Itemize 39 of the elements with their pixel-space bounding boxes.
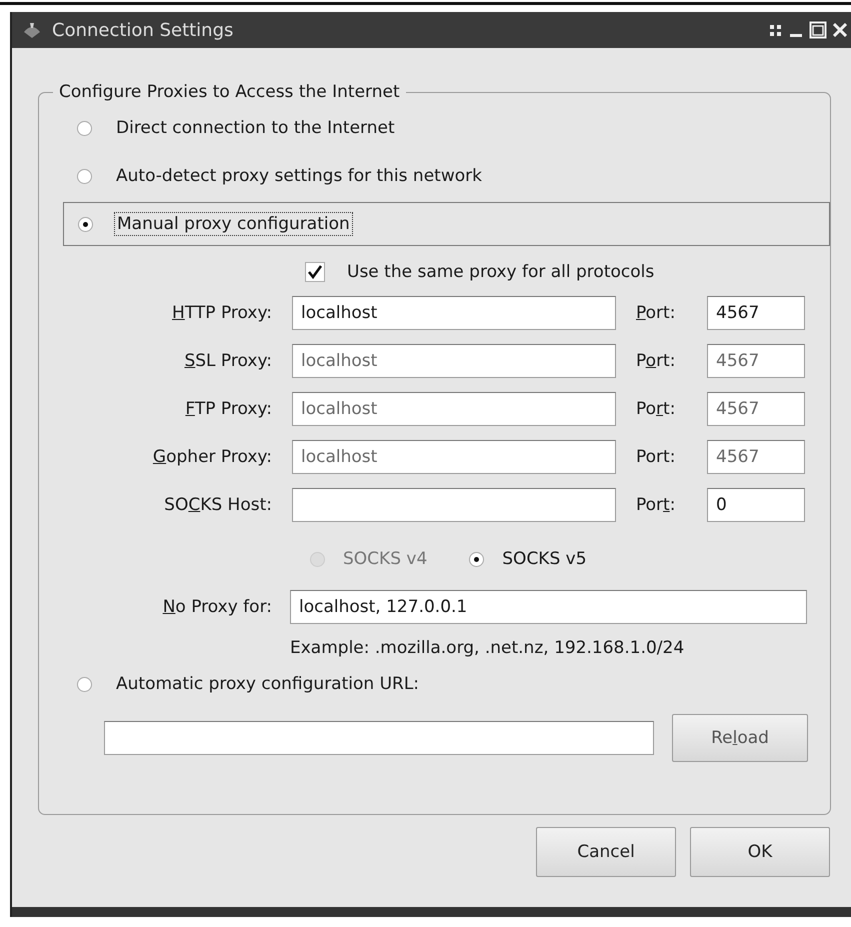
hint-text: Example: .mozilla.org, .net.nz, 192.168.1.0/24	[290, 638, 686, 658]
port-label: Port:	[636, 351, 676, 371]
radio-button[interactable]	[77, 676, 92, 692]
radio-label[interactable]: SOCKS v5	[502, 549, 587, 569]
radio-button[interactable]	[77, 168, 92, 184]
field-label: FTP Proxy:	[184, 399, 272, 419]
radio-button[interactable]	[469, 552, 484, 566]
radio-label[interactable]: Automatic proxy configuration URL:	[114, 673, 422, 695]
checkbox[interactable]	[305, 262, 325, 282]
no-proxy-field[interactable]: localhost, 127.0.0.1	[290, 590, 807, 624]
reload-button[interactable]: Reload	[672, 714, 808, 762]
radio-button[interactable]	[78, 216, 93, 232]
host-field[interactable]: localhost	[292, 296, 616, 330]
maximize-icon[interactable]	[809, 21, 827, 39]
app-icon	[22, 20, 42, 40]
field-label: HTTP Proxy:	[171, 303, 272, 323]
dialog-button[interactable]: Cancel	[536, 827, 676, 877]
port-label: Port:	[636, 447, 676, 467]
field-label: No Proxy for:	[162, 597, 272, 617]
grip-icon[interactable]	[769, 23, 783, 37]
port-label: Port:	[636, 303, 676, 323]
close-icon[interactable]	[833, 23, 847, 37]
radio-label[interactable]: Direct connection to the Internet	[114, 117, 397, 139]
radio-label[interactable]: Manual proxy configuration	[115, 213, 352, 235]
field-label: SSL Proxy:	[183, 351, 272, 371]
port-label: Port:	[636, 495, 676, 515]
radio-label[interactable]: Auto-detect proxy settings for this network	[114, 165, 484, 187]
dialog-button[interactable]: OK	[690, 827, 830, 877]
host-field[interactable]	[292, 488, 616, 522]
group-title: Configure Proxies to Access the Internet	[58, 82, 401, 102]
field-label: Gopher Proxy:	[152, 447, 272, 467]
window-title: Connection Settings	[52, 20, 234, 40]
checkbox-label[interactable]: Use the same proxy for all protocols	[347, 262, 654, 282]
url-field[interactable]	[104, 721, 654, 755]
port-field[interactable]: 0	[707, 488, 805, 522]
field-label: SOCKS Host:	[163, 495, 272, 515]
radio-button[interactable]	[77, 120, 92, 136]
port-label: Port:	[636, 399, 676, 419]
port-field[interactable]: 4567	[707, 296, 805, 330]
